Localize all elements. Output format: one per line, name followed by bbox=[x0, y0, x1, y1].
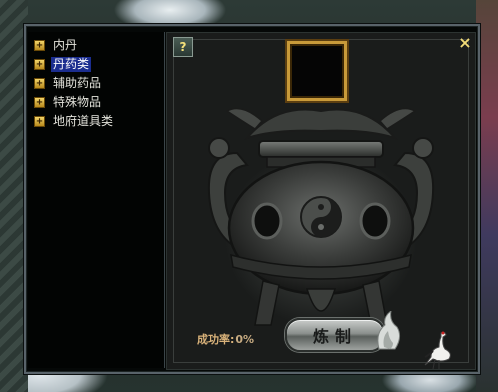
furnace-panel: ? × 成功率:0% 炼制 bbox=[166, 32, 476, 370]
expand-plus-icon[interactable]: + bbox=[34, 78, 45, 89]
expand-plus-icon[interactable]: + bbox=[34, 97, 45, 108]
category-label: 地府道具类 bbox=[53, 114, 114, 128]
craft-button[interactable]: 炼制 bbox=[285, 318, 385, 352]
expand-plus-icon[interactable]: + bbox=[34, 40, 45, 51]
category-item-difu[interactable]: + 地府道具类 bbox=[34, 112, 164, 131]
refining-window: + 内丹 + 丹药类 + 辅助药品 + 特殊物品 + 地府道具类 ? × 成功率… bbox=[24, 24, 480, 374]
category-label: 辅助药品 bbox=[53, 76, 102, 90]
expand-plus-icon[interactable]: + bbox=[34, 116, 45, 127]
flame-decoration-icon bbox=[377, 311, 401, 350]
category-item-fuzhu[interactable]: + 辅助药品 bbox=[34, 74, 164, 93]
category-item-neidan[interactable]: + 内丹 bbox=[34, 36, 164, 55]
expand-plus-icon[interactable]: + bbox=[34, 59, 45, 70]
category-item-teshu[interactable]: + 特殊物品 bbox=[34, 93, 164, 112]
close-button[interactable]: × bbox=[457, 35, 473, 51]
category-item-danyao[interactable]: + 丹药类 bbox=[34, 55, 164, 74]
success-rate-label: 成功率: bbox=[197, 333, 235, 346]
category-label: 特殊物品 bbox=[53, 95, 102, 109]
success-rate: 成功率:0% bbox=[197, 331, 254, 347]
success-rate-value: 0% bbox=[235, 333, 255, 346]
item-slot[interactable] bbox=[287, 41, 347, 101]
help-button[interactable]: ? bbox=[173, 37, 193, 57]
category-label: 内丹 bbox=[53, 38, 78, 52]
category-label: 丹药类 bbox=[51, 57, 92, 72]
category-list: + 内丹 + 丹药类 + 辅助药品 + 特殊物品 + 地府道具类 bbox=[28, 32, 164, 131]
category-panel: + 内丹 + 丹药类 + 辅助药品 + 特殊物品 + 地府道具类 bbox=[28, 32, 165, 368]
crane-decoration-icon bbox=[424, 331, 451, 369]
